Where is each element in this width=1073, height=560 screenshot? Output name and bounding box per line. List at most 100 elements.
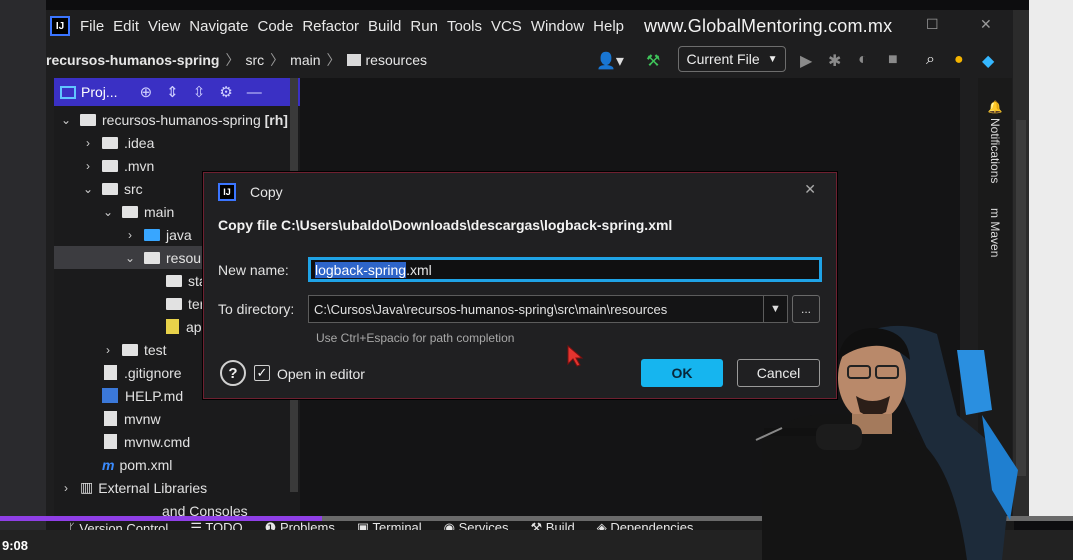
coverage-icon[interactable]: ◐	[858, 51, 868, 69]
menu-navigate[interactable]: Navigate	[189, 18, 248, 35]
tree-label: mvnw	[124, 410, 161, 427]
project-panel-title[interactable]: Proj...	[81, 84, 118, 100]
dialog-close-icon[interactable]: ✕	[804, 181, 816, 198]
chevron-right-icon: ›	[64, 480, 68, 495]
menu-window[interactable]: Window	[531, 18, 584, 35]
new-name-label: New name:	[218, 262, 289, 278]
breadcrumb-separator-icon: 〉	[270, 52, 285, 68]
dialog-title: Copy	[250, 184, 283, 200]
tree-item-mvnw[interactable]: mvnw	[54, 407, 300, 430]
chevron-down-icon: ⌄	[102, 204, 114, 219]
chevron-right-icon: ›	[106, 342, 110, 357]
menu-bar: IJ File Edit View Navigate Code Refactor…	[46, 10, 1014, 42]
to-directory-value: C:\Cursos\Java\recursos-humanos-spring\s…	[314, 301, 668, 317]
notifications-tab[interactable]: 🔔 Notifications	[988, 100, 1002, 183]
user-icon[interactable]: 👤▾	[596, 51, 624, 71]
maven-label: Maven	[988, 221, 1002, 258]
folder-icon	[346, 54, 361, 66]
menu-vcs[interactable]: VCS	[491, 18, 522, 35]
tree-item-root[interactable]: ⌄ recursos-humanos-spring [rh]	[54, 108, 300, 131]
folder-icon	[122, 343, 138, 356]
locate-icon[interactable]: ⊕	[140, 83, 153, 101]
chevron-down-icon[interactable]: ▼	[763, 296, 787, 322]
folder-icon	[122, 205, 138, 218]
folder-icon	[102, 182, 118, 195]
close-window-icon[interactable]: ✕	[980, 16, 992, 33]
chevron-right-icon: ›	[128, 227, 132, 242]
maven-tab[interactable]: m Maven	[988, 208, 1002, 257]
menu-code[interactable]: Code	[257, 18, 293, 35]
chevron-down-icon: ⌄	[82, 181, 94, 196]
open-in-editor-label[interactable]: Open in editor	[277, 366, 365, 382]
tree-item-external-libraries[interactable]: › ▥ External Libraries	[54, 476, 300, 499]
update-icon[interactable]: ●	[954, 51, 964, 69]
help-button[interactable]: ?	[220, 360, 246, 386]
folder-icon	[166, 274, 182, 287]
menu-run[interactable]: Run	[410, 18, 438, 35]
run-icon[interactable]: ▶	[800, 51, 812, 71]
tree-item-scratches[interactable]: and Consoles	[54, 499, 300, 517]
breadcrumb-project[interactable]: recursos-humanos-spring	[46, 52, 219, 68]
folder-icon	[166, 297, 182, 310]
menu-tools[interactable]: Tools	[447, 18, 482, 35]
ok-button[interactable]: OK	[641, 359, 723, 387]
search-icon[interactable]: ⌕	[926, 51, 935, 69]
resources-folder-icon	[144, 251, 160, 264]
module-folder-icon	[80, 113, 96, 126]
menu-file[interactable]: File	[80, 18, 104, 35]
breadcrumb-src[interactable]: src	[245, 52, 264, 68]
debug-icon[interactable]: ✱	[828, 51, 841, 71]
tree-item-pom[interactable]: m pom.xml	[54, 453, 300, 476]
run-config-dropdown[interactable]: Current File ▼	[678, 46, 786, 72]
left-desktop-strip	[0, 0, 54, 560]
tree-label: .mvn	[124, 157, 155, 174]
mouse-cursor-icon	[567, 344, 584, 367]
breadcrumb-separator-icon: 〉	[225, 52, 240, 68]
background-edge	[1029, 0, 1073, 520]
tree-label: java	[166, 226, 192, 243]
browse-button[interactable]: ...	[792, 295, 820, 323]
intellij-logo-icon: IJ	[50, 16, 70, 36]
tree-label: mvnw.cmd	[124, 433, 191, 450]
copy-dialog: IJ Copy ✕ Copy file C:\Users\ubaldo\Down…	[203, 172, 837, 399]
folder-icon	[102, 136, 118, 149]
new-name-input[interactable]: logback-spring .xml	[308, 257, 822, 282]
open-in-editor-checkbox[interactable]: ✓	[254, 365, 270, 381]
breadcrumb-main[interactable]: main	[290, 52, 320, 68]
menu-build[interactable]: Build	[368, 18, 401, 35]
gitignore-file-icon	[104, 365, 117, 380]
menu-view[interactable]: View	[148, 18, 180, 35]
source-folder-icon	[144, 228, 160, 241]
tree-item-idea[interactable]: › .idea	[54, 131, 300, 154]
maven-icon: m	[102, 456, 115, 473]
to-directory-combobox[interactable]: C:\Cursos\Java\recursos-humanos-spring\s…	[308, 295, 788, 323]
chevron-down-icon: ⌄	[60, 112, 72, 127]
intellij-logo-icon: IJ	[218, 183, 236, 201]
tree-label: ap	[186, 318, 202, 335]
menu-edit[interactable]: Edit	[113, 18, 139, 35]
text-file-icon	[104, 434, 117, 449]
menu-refactor[interactable]: Refactor	[302, 18, 359, 35]
presenter-webcam-image	[752, 320, 1028, 560]
minimize-panel-icon[interactable]: —	[247, 84, 262, 101]
toolbox-icon[interactable]: ◆	[982, 51, 994, 71]
libraries-icon: ▥	[80, 479, 94, 495]
to-directory-label: To directory:	[218, 301, 295, 317]
breadcrumb-resources[interactable]: resources	[366, 52, 427, 68]
tree-label: and Consoles	[162, 502, 248, 517]
selected-text: logback-spring	[315, 261, 407, 278]
stop-icon[interactable]: ■	[888, 51, 898, 69]
path-completion-hint: Use Ctrl+Espacio for path completion	[316, 331, 515, 345]
video-timecode: 9:08	[2, 538, 29, 553]
tree-label: .gitignore	[124, 364, 182, 381]
maximize-icon[interactable]: ☐	[926, 16, 939, 33]
tree-item-mvnw-cmd[interactable]: mvnw.cmd	[54, 430, 300, 453]
dialog-title-bar: IJ Copy	[218, 183, 283, 201]
tree-label: src	[124, 180, 143, 197]
expand-all-icon[interactable]: ⇕	[166, 83, 179, 101]
settings-gear-icon[interactable]: ⚙	[219, 83, 232, 101]
menu-help[interactable]: Help	[593, 18, 624, 35]
collapse-all-icon[interactable]: ⇳	[193, 83, 206, 101]
build-hammer-icon[interactable]: ⚒	[646, 51, 660, 71]
unselected-text: .xml	[406, 261, 432, 278]
